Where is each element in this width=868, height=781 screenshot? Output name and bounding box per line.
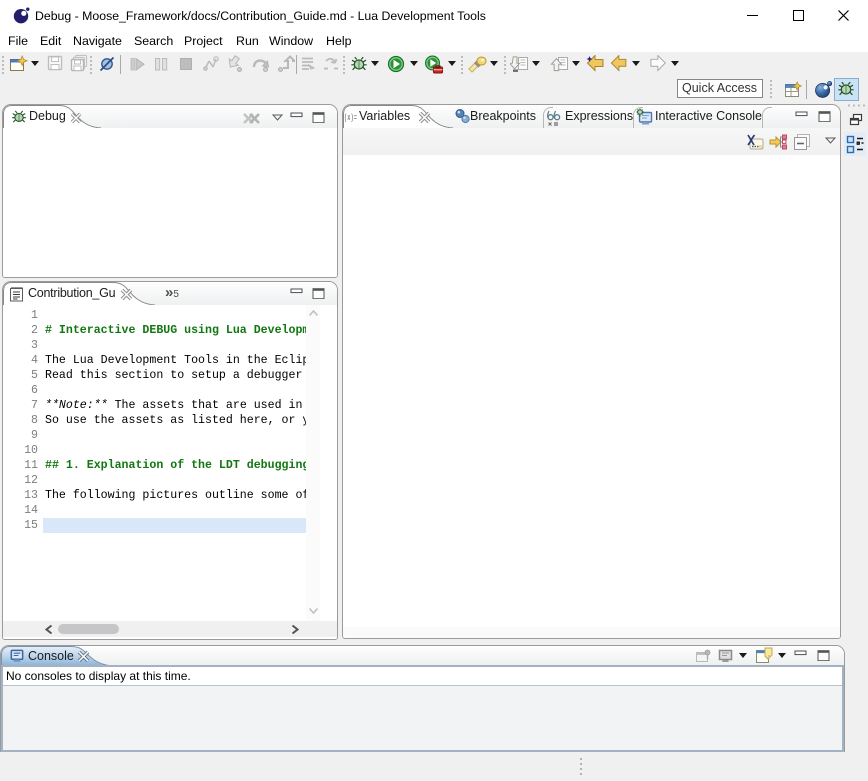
svg-text:(x)=: (x)= — [344, 113, 357, 123]
